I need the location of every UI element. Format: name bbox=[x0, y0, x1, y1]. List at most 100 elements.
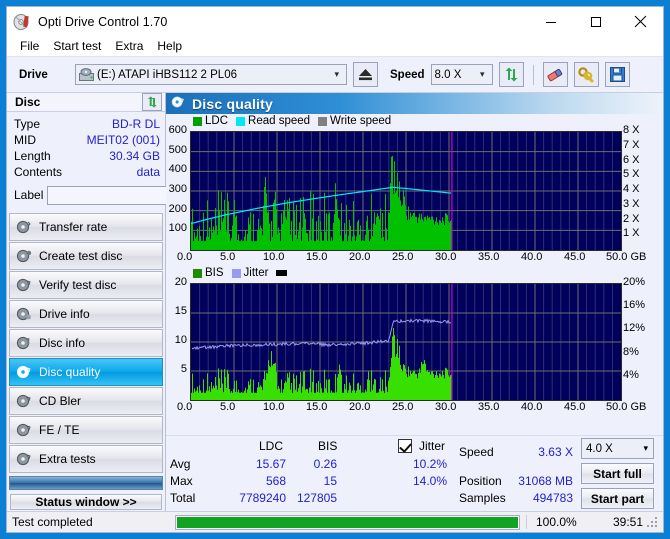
x-tick-label: 45.0 bbox=[564, 401, 586, 413]
close-button[interactable] bbox=[618, 7, 663, 36]
x-tick-label: 20.0 bbox=[349, 401, 371, 413]
stats-row-label-avg: Avg bbox=[170, 457, 191, 471]
disc-refresh-button[interactable] bbox=[142, 93, 162, 111]
disc-row-key: MID bbox=[14, 133, 36, 147]
chart-bis-jitter: BIS Jitter 5 10 15 20 4% 8% 12% 16% 20% 0.0 5.0 1… bbox=[166, 266, 663, 416]
disc-panel-header: Disc bbox=[7, 93, 165, 112]
status-window-button[interactable]: Status window >> bbox=[10, 494, 162, 510]
stats-max-jitter: 14.0% bbox=[412, 474, 447, 488]
x-tick-label: 0.0 bbox=[177, 251, 193, 263]
maximize-button[interactable] bbox=[573, 7, 618, 36]
sidebar-item-cd-bler[interactable]: CD Bler bbox=[9, 387, 163, 415]
sidebar-item-disc-quality[interactable]: Disc quality bbox=[9, 358, 163, 386]
sidebar-item-label: Create test disc bbox=[39, 249, 123, 263]
progress-fill bbox=[177, 516, 518, 528]
y2-tick-label: 7 X bbox=[623, 138, 640, 151]
jitter-checkbox[interactable] bbox=[398, 439, 412, 453]
disc-info-rows: Type BD-R DL MID MEIT02 (001) Length 30.… bbox=[7, 112, 253, 210]
legend-jitter: Jitter bbox=[231, 267, 269, 279]
y2-tick-label: 2 X bbox=[623, 212, 640, 225]
x-tick-label: 35.0 bbox=[478, 401, 500, 413]
sidebar-item-label: Verify test disc bbox=[39, 278, 117, 292]
chart1-plot-area[interactable] bbox=[190, 131, 622, 251]
stats-panel: LDC BIS Jitter Avg 15.67 0.26 10.2% Max … bbox=[166, 435, 663, 511]
start-part-button[interactable]: Start part bbox=[581, 488, 654, 509]
y-tick-label: 10 bbox=[174, 334, 187, 346]
legend-swatch bbox=[236, 116, 246, 126]
minimize-button[interactable] bbox=[528, 7, 573, 36]
sidebar-item-fe-te[interactable]: FE / TE bbox=[9, 416, 163, 444]
legend-swatch bbox=[193, 116, 202, 126]
test-speed-select[interactable]: 4.0 X ▾ bbox=[581, 438, 654, 459]
y2-tick-label: 12% bbox=[623, 322, 646, 335]
sidebar-nav: Transfer rate Create test disc Verify te… bbox=[7, 213, 165, 490]
legend-label: Write speed bbox=[330, 115, 392, 127]
disc-icon bbox=[16, 335, 32, 351]
sidebar-item-label: Drive info bbox=[39, 307, 90, 321]
refresh-button[interactable] bbox=[498, 62, 524, 87]
start-full-button[interactable]: Start full bbox=[581, 463, 654, 484]
status-bar: Test completed 100.0% 39:51 bbox=[7, 511, 663, 532]
drive-value: (E:) ATAPI iHBS112 2 PL06 bbox=[97, 68, 237, 81]
legend-swatch bbox=[193, 268, 202, 278]
y2-tick-label: 3 X bbox=[623, 197, 640, 210]
x-tick-label: 40.0 bbox=[521, 401, 543, 413]
menu-item-extra[interactable]: Extra bbox=[108, 37, 150, 55]
menu-bar: File Start test Extra Help bbox=[7, 36, 663, 57]
y2-tick-label: 4% bbox=[623, 368, 639, 381]
y2-tick-label: 1 X bbox=[623, 227, 640, 240]
legend-label: Jitter bbox=[243, 267, 269, 279]
menu-item-start-test[interactable]: Start test bbox=[46, 37, 108, 55]
y-tick-label: 600 bbox=[168, 124, 187, 136]
chevron-down-icon: ▾ bbox=[479, 69, 485, 79]
menu-item-file[interactable]: File bbox=[13, 37, 46, 55]
y2-tick-label: 20% bbox=[623, 276, 646, 288]
drive-select[interactable]: (E:) ATAPI iHBS112 2 PL06 ▾ bbox=[75, 64, 347, 85]
save-button[interactable] bbox=[604, 62, 630, 87]
eject-button[interactable] bbox=[353, 62, 378, 87]
disc-icon bbox=[16, 393, 32, 409]
y2-tick-label: 8% bbox=[623, 345, 639, 358]
disc-icon bbox=[16, 277, 32, 293]
sidebar-item-drive-info[interactable]: Drive info bbox=[9, 300, 163, 328]
stats-max-bis: 15 bbox=[323, 474, 337, 488]
legend-label: LDC bbox=[205, 115, 229, 127]
stats-total-bis: 127805 bbox=[296, 491, 337, 505]
sidebar-item-transfer-rate[interactable]: Transfer rate bbox=[9, 213, 163, 241]
disc-icon bbox=[16, 422, 32, 438]
speed-stat-value: 3.63 X bbox=[538, 445, 573, 459]
erase-button[interactable] bbox=[542, 62, 568, 87]
x-tick-label: 45.0 bbox=[564, 251, 586, 263]
y2-tick-label: 4 X bbox=[623, 183, 640, 195]
chart-ldc-readspeed: LDC Read speed Write speed 100 200 300 400 5… bbox=[166, 114, 663, 266]
main-panel: Disc quality LDC Read speed Write speed … bbox=[166, 93, 663, 511]
sidebar-item-label: Transfer rate bbox=[39, 220, 108, 234]
speed-select[interactable]: 8.0 X ▾ bbox=[430, 64, 493, 85]
chart2-plot-area[interactable] bbox=[190, 283, 622, 401]
sidebar-scrollbar[interactable] bbox=[9, 476, 163, 490]
disc-row-value: 30.34 GB bbox=[109, 149, 160, 163]
x-tick-label: 40.0 bbox=[521, 251, 543, 263]
position-stat-value: 31068 MB bbox=[518, 474, 573, 488]
sidebar-item-disc-info[interactable]: Disc info bbox=[9, 329, 163, 357]
disc-label-row: Label bbox=[14, 184, 253, 206]
disc-icon bbox=[16, 219, 32, 235]
x-tick-label: 0.0 bbox=[177, 401, 193, 413]
sidebar-item-verify-test-disc[interactable]: Verify test disc bbox=[9, 271, 163, 299]
resize-grip-icon[interactable] bbox=[647, 517, 659, 529]
position-stat-label: Position bbox=[459, 474, 502, 488]
info-keys-button[interactable] bbox=[573, 62, 599, 87]
disc-row-value: data bbox=[136, 165, 160, 179]
x-tick-label: 10.0 bbox=[263, 401, 285, 413]
toolbar: Drive (E:) ATAPI iHBS112 2 PL06 ▾ Speed … bbox=[7, 57, 663, 93]
disc-panel-title: Disc bbox=[15, 95, 41, 109]
menu-item-help[interactable]: Help bbox=[150, 37, 189, 55]
progress-bar bbox=[175, 514, 520, 530]
chart1-legend: LDC Read speed Write speed bbox=[193, 115, 396, 127]
x-tick-label: 30.0 bbox=[435, 401, 457, 413]
window-title: Opti Drive Control 1.70 bbox=[38, 14, 168, 29]
sidebar-item-extra-tests[interactable]: Extra tests bbox=[9, 445, 163, 473]
sidebar-item-create-test-disc[interactable]: Create test disc bbox=[9, 242, 163, 270]
sidebar-item-label: FE / TE bbox=[39, 423, 80, 437]
x-tick-label: 50.0 GB bbox=[606, 401, 647, 413]
